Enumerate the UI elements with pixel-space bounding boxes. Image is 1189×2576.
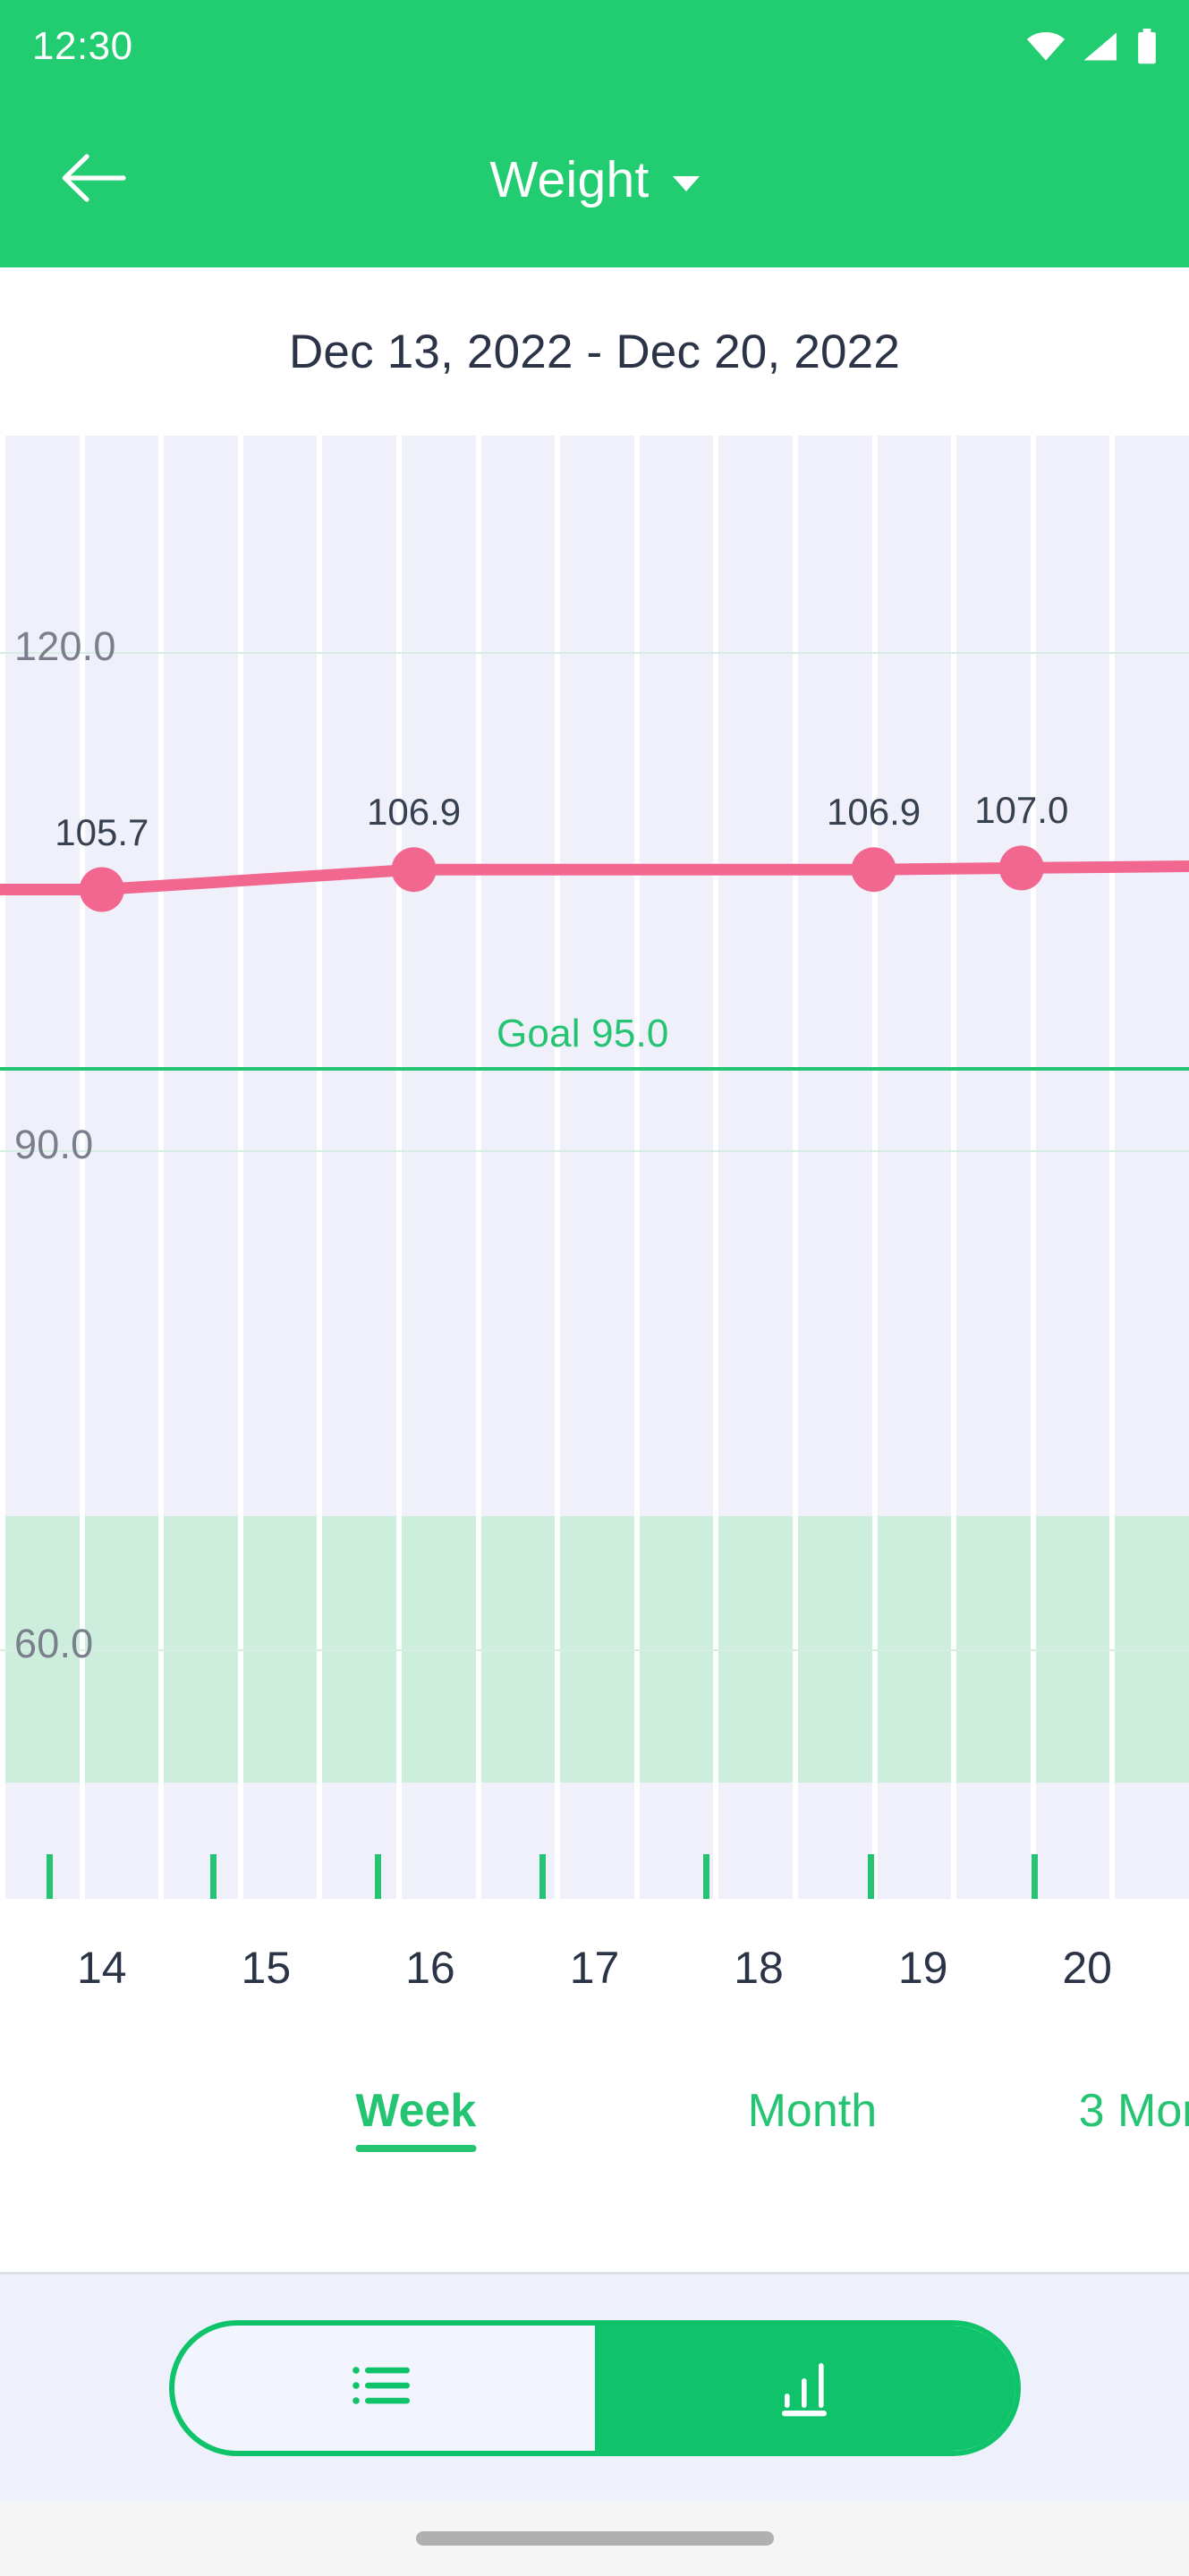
status-bar: 12:30 [0,0,1189,92]
battery-icon [1135,28,1159,64]
toggle-list-view[interactable] [174,2326,595,2451]
page-title: Weight [489,151,650,208]
x-axis-label: 17 [569,1943,620,1993]
x-axis-label: 19 [897,1943,948,1993]
list-icon [351,2358,419,2418]
period-tab-month[interactable]: Month [748,2084,878,2152]
period-tab-3-months[interactable]: 3 Months [1079,2084,1189,2152]
weight-line-chart[interactable]: 120.0 90.0 60.0 Goal 95.0 105.7 106.9 106.9 107… [0,436,1189,1899]
system-nav-zone [0,2501,1189,2576]
x-axis-label: 14 [76,1943,127,1993]
toggle-chart-view[interactable] [594,2325,1015,2451]
x-axis-label: 15 [241,1943,292,1993]
x-axis-tick [703,1854,710,1899]
signal-icon [1082,31,1119,62]
status-icon-group [1026,28,1159,64]
status-time: 12:30 [32,23,133,68]
data-point-label: 105.7 [55,810,149,853]
x-axis-label: 20 [1062,1943,1112,1993]
data-point-marker[interactable] [998,845,1044,891]
data-point-label: 106.9 [826,791,921,834]
x-axis-tick [210,1854,217,1899]
period-tab-week[interactable]: Week [355,2084,476,2152]
chart-x-axis: 14 15 16 17 18 19 20 [0,1899,1189,2060]
x-axis-tick [1032,1854,1039,1899]
weight-series-line [0,845,1189,912]
bottom-bar [0,2275,1189,2501]
x-axis-tick [46,1854,53,1899]
x-axis-tick [374,1854,381,1899]
bar-chart-icon [771,2354,839,2421]
period-selector[interactable]: Week Month 3 Months [0,2084,1189,2272]
app-bar: Weight [0,92,1189,267]
x-axis-tick [539,1854,546,1899]
data-point-marker[interactable] [79,867,124,912]
x-axis-tick [867,1854,874,1899]
wifi-icon [1026,31,1066,62]
data-point-label: 107.0 [974,789,1069,832]
data-point-marker[interactable] [391,847,437,893]
chevron-down-icon [672,175,700,191]
date-range-label: Dec 13, 2022 - Dec 20, 2022 [288,325,901,378]
view-mode-toggle[interactable] [168,2319,1021,2456]
metric-selector[interactable]: Weight [0,150,1189,209]
x-axis-label: 18 [734,1943,784,1993]
home-indicator[interactable] [415,2531,774,2546]
date-range-header[interactable]: Dec 13, 2022 - Dec 20, 2022 [0,267,1189,436]
x-axis-label: 16 [405,1943,455,1993]
data-point-marker[interactable] [851,847,896,893]
app-screen: 12:30 Weight Dec 13, 2022 - Dec 20, 2022… [0,0,1189,2576]
data-point-label: 106.9 [367,791,462,834]
